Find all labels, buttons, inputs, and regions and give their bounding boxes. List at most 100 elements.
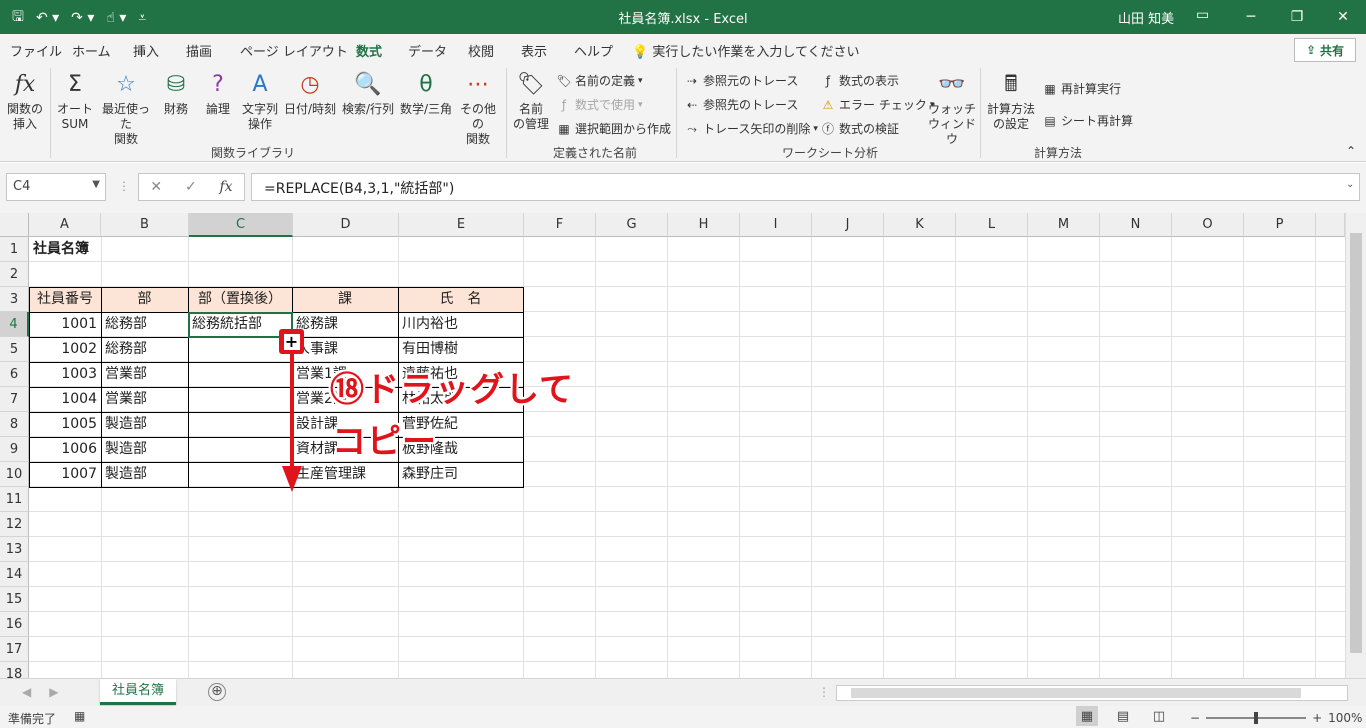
column-header[interactable]: I (740, 213, 812, 237)
column-header[interactable]: E (399, 213, 524, 237)
math-trig-button[interactable]: θ 数学/三角 (398, 70, 454, 117)
row-header[interactable]: 15 (0, 587, 29, 612)
insert-function-button[interactable]: fx 関数の 挿入 (6, 70, 44, 132)
replaced-dept-cell[interactable] (188, 437, 292, 462)
active-cell-selection[interactable] (188, 312, 293, 338)
header-cell[interactable]: 部 (101, 287, 188, 312)
page-layout-view-icon[interactable]: ▤ (1112, 706, 1134, 726)
column-header[interactable]: D (293, 213, 399, 237)
row-header[interactable]: 8 (0, 412, 29, 437)
column-header[interactable]: B (101, 213, 189, 237)
section-cell[interactable]: 総務課 (292, 312, 398, 337)
column-header[interactable]: A (29, 213, 101, 237)
replaced-dept-cell[interactable] (188, 412, 292, 437)
replaced-dept-cell[interactable] (188, 337, 292, 362)
tab-insert[interactable]: 挿入 (133, 41, 159, 60)
header-cell[interactable]: 社員番号 (29, 287, 101, 312)
vertical-scrollbar[interactable] (1345, 213, 1366, 678)
autosum-button[interactable]: Σ オート SUM (54, 70, 96, 132)
define-name-button[interactable]: 🏷 名前の定義 ▾ (556, 72, 642, 89)
create-from-selection-button[interactable]: ▦ 選択範囲から作成 (556, 120, 671, 137)
zoom-knob[interactable] (1254, 712, 1259, 724)
row-header[interactable]: 18 (0, 662, 29, 678)
row-header[interactable]: 13 (0, 537, 29, 562)
employee-id-cell[interactable]: 1007 (29, 462, 101, 487)
column-header[interactable] (1316, 213, 1345, 237)
replaced-dept-cell[interactable] (188, 362, 292, 387)
employee-id-cell[interactable]: 1002 (29, 337, 101, 362)
column-header[interactable]: M (1028, 213, 1100, 237)
dept-cell[interactable]: 総務部 (101, 337, 188, 362)
header-cell[interactable]: 課 (292, 287, 398, 312)
row-header[interactable]: 17 (0, 637, 29, 662)
employee-id-cell[interactable]: 1005 (29, 412, 101, 437)
tell-me-search[interactable]: 💡 実行したい作業を入力してください (632, 41, 860, 60)
calc-sheet-button[interactable]: ▤ シート再計算 (1042, 112, 1133, 129)
more-functions-button[interactable]: ⋯ その他の 関数 (456, 70, 500, 147)
user-name[interactable]: 山田 知美 (1118, 8, 1174, 27)
macro-record-icon[interactable]: ▦ (74, 709, 85, 723)
column-header[interactable]: H (668, 213, 740, 237)
column-header[interactable]: K (884, 213, 956, 237)
add-sheet-icon[interactable]: ⊕ (208, 683, 226, 701)
next-sheet-icon[interactable]: ▶ (49, 685, 58, 699)
row-header[interactable]: 16 (0, 612, 29, 637)
row-header[interactable]: 3 (0, 287, 29, 312)
calc-options-button[interactable]: 🖩 計算方法 の設定 (984, 70, 1038, 132)
select-all-corner[interactable] (0, 213, 29, 237)
watch-window-button[interactable]: 👓 ウォッチ ウィンドウ (928, 70, 976, 147)
dept-cell[interactable]: 総務部 (101, 312, 188, 337)
evaluate-formula-button[interactable]: ⓕ 数式の検証 (820, 120, 899, 137)
dept-cell[interactable]: 営業部 (101, 362, 188, 387)
dept-cell[interactable]: 製造部 (101, 412, 188, 437)
close-button[interactable]: ✕ (1320, 0, 1366, 34)
datetime-button[interactable]: ◷ 日付/時刻 (282, 70, 338, 117)
financial-button[interactable]: ⛁ 財務 (158, 70, 194, 117)
column-header[interactable]: L (956, 213, 1028, 237)
trace-precedents-button[interactable]: ⇢ 参照元のトレース (684, 72, 798, 89)
zoom-slider[interactable] (1206, 712, 1307, 724)
tab-home[interactable]: ホーム (72, 41, 111, 60)
formula-input[interactable]: =REPLACE(B4,3,1,"統括部") (251, 173, 1360, 201)
row-header[interactable]: 12 (0, 512, 29, 537)
scroll-thumb[interactable] (851, 688, 1301, 698)
row-header[interactable]: 1 (0, 237, 29, 262)
recent-functions-button[interactable]: ☆ 最近使った 関数 (98, 70, 154, 147)
horizontal-scrollbar[interactable] (836, 685, 1348, 701)
name-manager-button[interactable]: 🏷 名前 の管理 (510, 70, 552, 132)
tab-help[interactable]: ヘルプ (574, 41, 613, 60)
column-header[interactable]: F (524, 213, 596, 237)
error-check-button[interactable]: ⚠ エラー チェック ▾ (820, 96, 935, 113)
scroll-thumb[interactable] (1350, 233, 1362, 653)
cancel-icon[interactable]: ✕ (150, 179, 162, 195)
tab-file[interactable]: ファイル (10, 41, 62, 60)
name-cell[interactable]: 川内裕也 (398, 312, 523, 337)
lookup-button[interactable]: 🔍 検索/行列 (340, 70, 396, 117)
enter-icon[interactable]: ✓ (185, 179, 197, 195)
dept-cell[interactable]: 製造部 (101, 462, 188, 487)
header-cell[interactable]: 部（置換後） (188, 287, 292, 312)
normal-view-icon[interactable]: ▦ (1076, 706, 1098, 726)
tab-page-layout[interactable]: ページ レイアウト (240, 41, 348, 60)
remove-arrows-button[interactable]: ⤳ トレース矢印の削除 ▾ (684, 120, 818, 137)
column-header[interactable]: O (1172, 213, 1244, 237)
use-in-formula-button[interactable]: ƒ 数式で使用 ▾ (556, 96, 643, 113)
minimize-button[interactable]: ─ (1228, 0, 1274, 34)
column-header[interactable]: P (1244, 213, 1316, 237)
replaced-dept-cell[interactable] (188, 462, 292, 487)
dept-cell[interactable]: 製造部 (101, 437, 188, 462)
tab-draw[interactable]: 描画 (186, 41, 212, 60)
insert-function-icon[interactable]: fx (220, 179, 233, 195)
name-cell[interactable]: 有田博樹 (398, 337, 523, 362)
name-box[interactable]: C4 ▼ (6, 173, 106, 201)
restore-button[interactable]: ❐ (1274, 0, 1320, 34)
collapse-ribbon-icon[interactable]: ⌃ (1346, 144, 1356, 158)
row-header-selected[interactable]: 4 (0, 312, 29, 337)
sheet-tab-active[interactable]: 社員名簿 (100, 679, 176, 705)
prev-sheet-icon[interactable]: ◀ (22, 685, 31, 699)
row-header[interactable]: 2 (0, 262, 29, 287)
row-header[interactable]: 5 (0, 337, 29, 362)
tab-review[interactable]: 校閲 (468, 41, 494, 60)
column-header[interactable]: N (1100, 213, 1172, 237)
zoom-level[interactable]: 100% (1328, 711, 1362, 725)
